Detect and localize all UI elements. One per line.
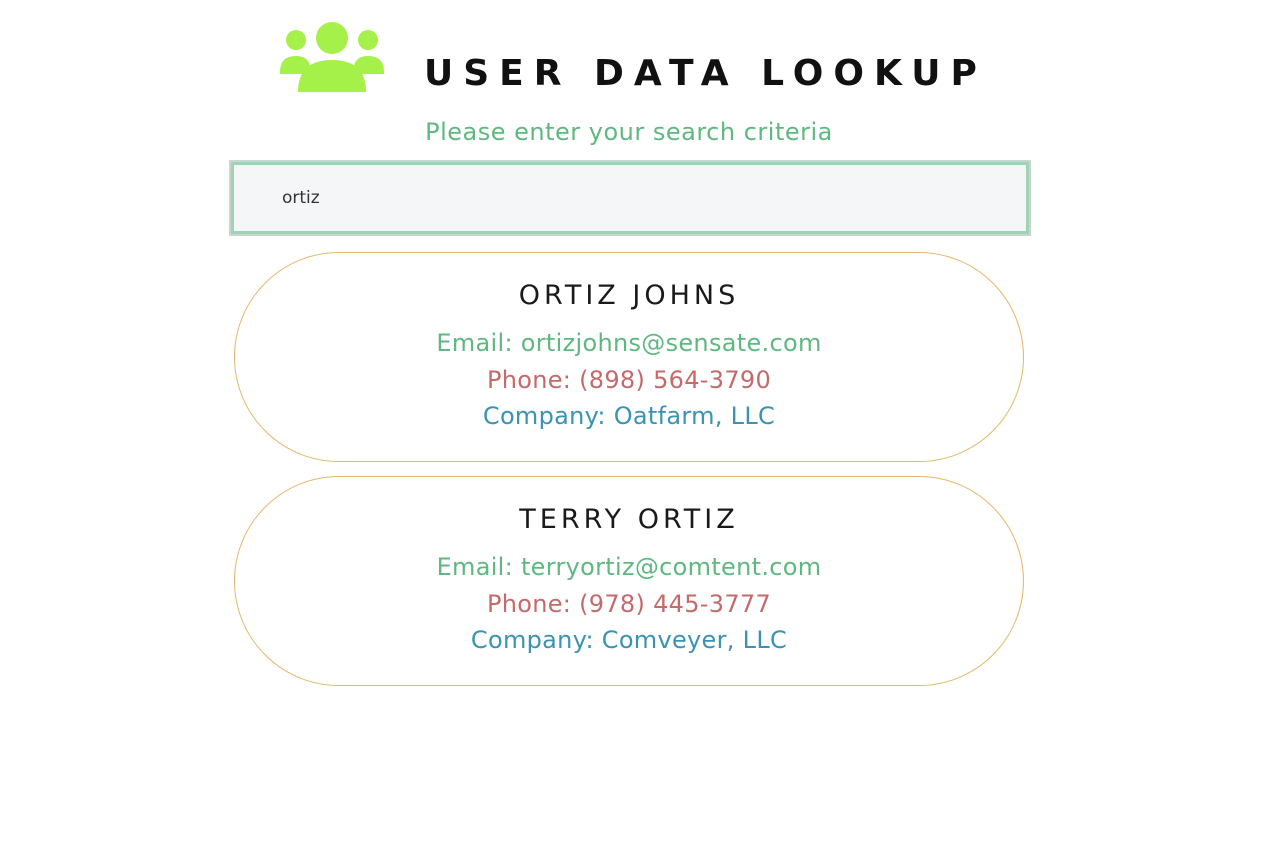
user-email: Email: terryortiz@comtent.com xyxy=(436,553,822,581)
users-icon xyxy=(280,22,384,92)
search-box[interactable] xyxy=(229,160,1031,236)
user-phone: Phone: (898) 564-3790 xyxy=(486,366,772,394)
user-name: ORTIZ JOHNS xyxy=(518,280,740,311)
page-title: USER DATA LOOKUP xyxy=(424,53,987,94)
header: USER DATA LOOKUP xyxy=(278,20,998,100)
result-card: ORTIZ JOHNS Email: ortizjohns@sensate.co… xyxy=(234,252,1024,462)
result-card: TERRY ORTIZ Email: terryortiz@comtent.co… xyxy=(234,476,1024,686)
user-name: TERRY ORTIZ xyxy=(519,504,739,535)
user-phone: Phone: (978) 445-3777 xyxy=(486,590,772,618)
search-input[interactable] xyxy=(234,165,1026,231)
page: USER DATA LOOKUP Please enter your searc… xyxy=(0,0,1280,853)
search-prompt: Please enter your search criteria xyxy=(425,118,833,146)
user-company: Company: Comveyer, LLC xyxy=(470,626,788,654)
user-company: Company: Oatfarm, LLC xyxy=(482,402,776,430)
user-email: Email: ortizjohns@sensate.com xyxy=(436,329,822,357)
